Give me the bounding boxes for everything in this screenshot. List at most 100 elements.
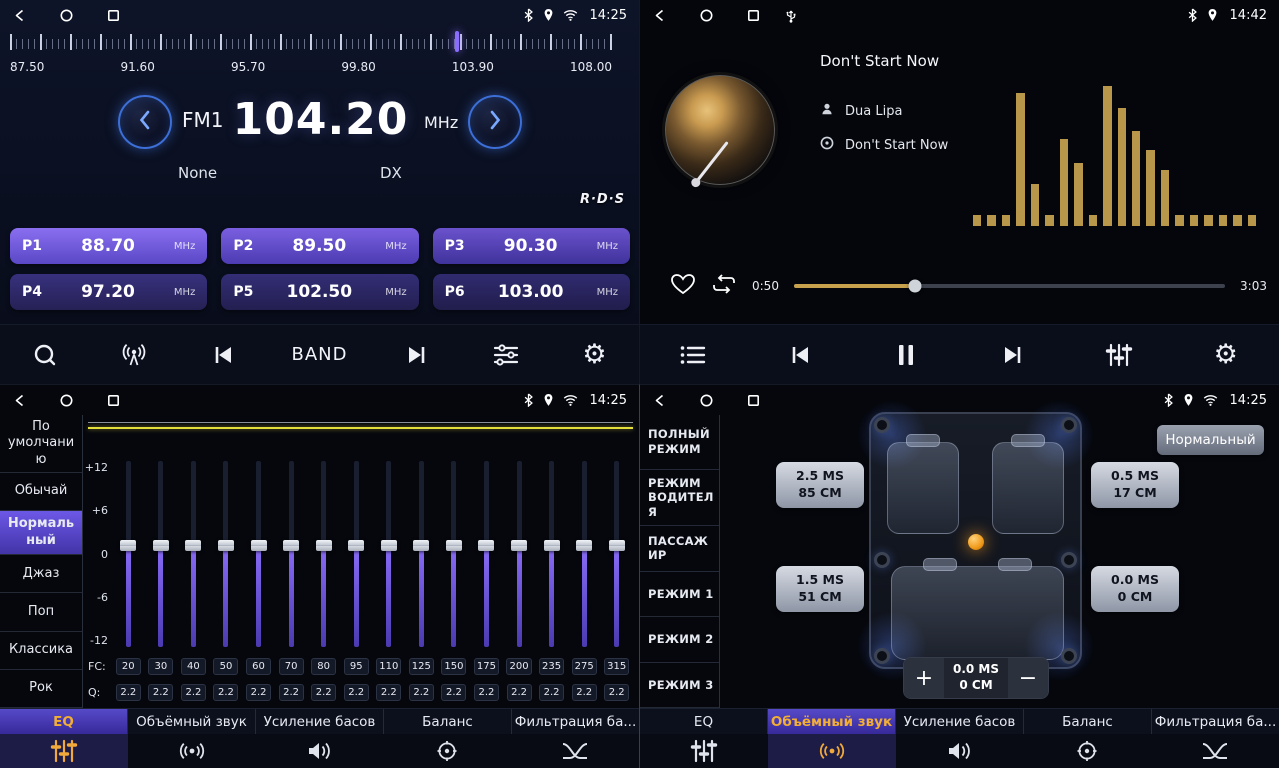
eq-band-slider[interactable]	[177, 461, 210, 647]
tab-balance[interactable]: Баланс	[384, 709, 512, 734]
eq-band-slider[interactable]	[112, 461, 145, 647]
repeat-icon[interactable]	[711, 273, 737, 299]
tab-filter[interactable]: Фильтрация ба...	[512, 709, 639, 734]
eq-band-slider[interactable]	[340, 461, 373, 647]
seek-bar[interactable]	[794, 284, 1225, 288]
surround-speaker-icon[interactable]	[128, 734, 256, 768]
favorite-heart-icon[interactable]	[670, 272, 696, 300]
eq-slider-knob[interactable]	[478, 540, 494, 551]
balance-target-icon[interactable]	[1023, 734, 1151, 768]
mode-full[interactable]: ПОЛНЫЙ РЕЖИМ	[640, 415, 719, 470]
preset-button-p6[interactable]: P6 103.00 MHz	[433, 274, 630, 310]
preset-button-p1[interactable]: P1 88.70 MHz	[10, 228, 207, 264]
eq-band-slider[interactable]	[600, 461, 633, 647]
eq-slider-knob[interactable]	[413, 540, 429, 551]
recents-square-icon[interactable]	[106, 8, 121, 23]
eq-slider-knob[interactable]	[446, 540, 462, 551]
bass-speaker-icon[interactable]	[256, 734, 384, 768]
eq-preset-custom[interactable]: Обычай	[0, 473, 82, 511]
delay-rear-right-button[interactable]: 0.0 MS 0 CM	[1091, 566, 1179, 612]
eq-preset-default[interactable]: По умолчанию	[0, 415, 82, 473]
home-circle-icon[interactable]	[699, 393, 714, 408]
delay-front-right-button[interactable]: 0.5 MS 17 CM	[1091, 462, 1179, 508]
scan-icon[interactable]	[25, 342, 65, 368]
eq-slider-knob[interactable]	[316, 540, 332, 551]
bass-speaker-icon[interactable]	[896, 734, 1024, 768]
balance-target-icon[interactable]	[383, 734, 511, 768]
eq-slider-knob[interactable]	[120, 540, 136, 551]
home-circle-icon[interactable]	[59, 393, 74, 408]
pause-icon[interactable]	[886, 343, 926, 367]
eq-preset-normal[interactable]: Нормальный	[0, 511, 82, 555]
next-icon[interactable]	[397, 344, 437, 366]
playlist-icon[interactable]	[673, 344, 713, 366]
previous-icon[interactable]	[203, 344, 243, 366]
eq-preset-jazz[interactable]: Джаз	[0, 555, 82, 593]
eq-slider-knob[interactable]	[544, 540, 560, 551]
eq-slider-knob[interactable]	[511, 540, 527, 551]
surround-speaker-icon[interactable]	[768, 734, 896, 768]
preset-button-p3[interactable]: P3 90.30 MHz	[433, 228, 630, 264]
recents-square-icon[interactable]	[106, 393, 121, 408]
mode-1[interactable]: РЕЖИМ 1	[640, 572, 719, 617]
mode-passenger[interactable]: ПАССАЖИР	[640, 526, 719, 571]
back-icon[interactable]	[652, 393, 667, 408]
delay-front-left-button[interactable]: 2.5 MS 85 CM	[776, 462, 864, 508]
eq-band-slider[interactable]	[275, 461, 308, 647]
preset-button-p5[interactable]: P5 102.50 MHz	[221, 274, 418, 310]
crossover-filter-icon[interactable]	[511, 734, 639, 768]
previous-icon[interactable]	[780, 344, 820, 366]
tab-surround-sound[interactable]: Объёмный звук	[768, 709, 896, 734]
surround-preset-button[interactable]: Нормальный	[1157, 425, 1264, 455]
tune-down-button[interactable]	[118, 95, 172, 149]
recents-square-icon[interactable]	[746, 393, 761, 408]
tune-up-button[interactable]	[468, 95, 522, 149]
settings-gear-icon[interactable]: ⚙	[1206, 341, 1246, 368]
eq-sliders-icon[interactable]	[0, 734, 128, 768]
eq-preset-classical[interactable]: Классика	[0, 632, 82, 670]
tab-eq[interactable]: EQ	[0, 709, 128, 734]
back-icon[interactable]	[12, 8, 27, 23]
eq-band-slider[interactable]	[242, 461, 275, 647]
tab-bass-boost[interactable]: Усиление басов	[896, 709, 1024, 734]
eq-slider-knob[interactable]	[218, 540, 234, 551]
broadcast-icon[interactable]	[114, 342, 154, 368]
crossover-filter-icon[interactable]	[1151, 734, 1279, 768]
eq-slider-knob[interactable]	[381, 540, 397, 551]
eq-band-slider[interactable]	[145, 461, 178, 647]
tab-filter[interactable]: Фильтрация ба...	[1152, 709, 1279, 734]
eq-band-slider[interactable]	[307, 461, 340, 647]
eq-band-slider[interactable]	[438, 461, 471, 647]
eq-sliders-icon[interactable]	[640, 734, 768, 768]
delay-decrease-button[interactable]: −	[1008, 658, 1048, 698]
back-icon[interactable]	[12, 393, 27, 408]
tab-eq[interactable]: EQ	[640, 709, 768, 734]
eq-band-slider[interactable]	[535, 461, 568, 647]
recents-square-icon[interactable]	[746, 8, 761, 23]
band-button[interactable]: BAND	[292, 344, 348, 365]
preset-button-p4[interactable]: P4 97.20 MHz	[10, 274, 207, 310]
home-circle-icon[interactable]	[699, 8, 714, 23]
progress-knob[interactable]	[908, 280, 921, 293]
eq-slider-knob[interactable]	[348, 540, 364, 551]
delay-rear-left-button[interactable]: 1.5 MS 51 CM	[776, 566, 864, 612]
back-icon[interactable]	[652, 8, 667, 23]
eq-band-slider[interactable]	[503, 461, 536, 647]
eq-slider-knob[interactable]	[609, 540, 625, 551]
mode-2[interactable]: РЕЖИМ 2	[640, 617, 719, 662]
mode-3[interactable]: РЕЖИМ 3	[640, 663, 719, 708]
eq-slider-knob[interactable]	[283, 540, 299, 551]
eq-slider-knob[interactable]	[251, 540, 267, 551]
home-circle-icon[interactable]	[59, 8, 74, 23]
eq-mixer-icon[interactable]	[1099, 343, 1139, 367]
eq-band-slider[interactable]	[470, 461, 503, 647]
tab-bass-boost[interactable]: Усиление басов	[256, 709, 384, 734]
eq-preset-rock[interactable]: Рок	[0, 670, 82, 708]
settings-gear-icon[interactable]: ⚙	[575, 341, 615, 368]
tab-surround-sound[interactable]: Объёмный звук	[128, 709, 256, 734]
tuner-settings-icon[interactable]	[486, 343, 526, 367]
preset-button-p2[interactable]: P2 89.50 MHz	[221, 228, 418, 264]
eq-preset-pop[interactable]: Поп	[0, 593, 82, 631]
delay-increase-button[interactable]: +	[904, 658, 944, 698]
tab-balance[interactable]: Баланс	[1024, 709, 1152, 734]
